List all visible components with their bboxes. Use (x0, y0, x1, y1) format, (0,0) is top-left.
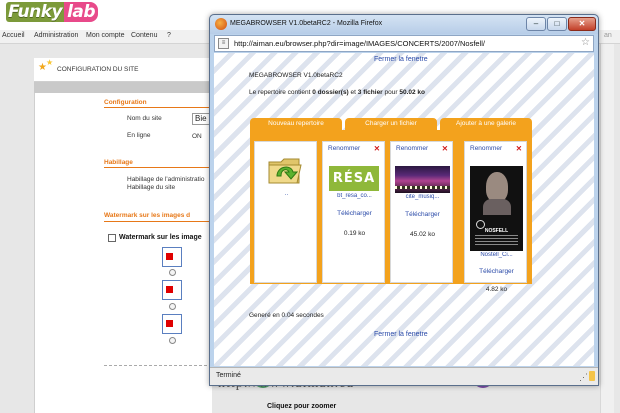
poster-shoulders (483, 199, 511, 215)
position-radio-middle[interactable] (169, 303, 176, 310)
action-tabs: Nouveau repertoire Charger un fichier Aj… (250, 118, 532, 130)
delete-icon[interactable]: ✕ (374, 144, 380, 153)
dashed-separator (104, 365, 212, 366)
watermark-checkbox[interactable] (108, 234, 116, 242)
security-icon (589, 371, 595, 381)
file-thumbnail[interactable]: NOSFELL (470, 166, 523, 251)
poster-text-lines (475, 235, 518, 247)
close-window-button[interactable]: ✕ (568, 17, 596, 31)
summary-pour: pour (382, 89, 400, 96)
position-marker (166, 320, 173, 327)
summary-mid: et (348, 89, 358, 96)
firefox-icon (215, 18, 227, 30)
file-card: Renommer ✕ cite_musiq... Télécharger 45.… (390, 141, 453, 283)
parent-folder-card[interactable]: .. (254, 141, 317, 283)
poster-face (486, 172, 508, 202)
summary-folders: 0 dossier(s) (312, 89, 349, 96)
panel-toolbar (34, 82, 212, 93)
en-ligne-value[interactable]: ON (192, 133, 202, 140)
rename-link[interactable]: Renommer (396, 145, 428, 152)
file-size: 4.82 ko (485, 286, 508, 293)
file-gallery: .. Renommer ✕ RÉSA bt_resa_co... Télécha… (250, 130, 532, 293)
position-marker (166, 253, 173, 260)
tab-ajouter-galerie[interactable]: Ajouter à une galerie (440, 118, 532, 130)
position-radio-top[interactable] (169, 269, 176, 276)
nav-item-accueil[interactable]: Accueil (2, 32, 25, 39)
tab-nouveau-repertoire[interactable]: Nouveau repertoire (250, 118, 342, 130)
download-link[interactable]: Télécharger (323, 210, 386, 217)
delete-icon[interactable]: ✕ (516, 144, 522, 153)
nav-item-contenu[interactable]: Contenu (131, 32, 157, 39)
rename-link[interactable]: Renommer (328, 145, 360, 152)
browser-popup-window: MEGABROWSER V1.0betaRC2 - Mozilla Firefo… (209, 14, 599, 386)
nav-item-mon-compte[interactable]: Mon compte (86, 32, 125, 39)
delete-icon[interactable]: ✕ (442, 144, 448, 153)
browser-page: Fermer la fenetre MEGABROWSER V1.0betaRC… (214, 53, 594, 366)
position-marker (166, 286, 173, 293)
watermark-position-top[interactable] (162, 247, 182, 267)
file-name[interactable]: bt_resa_co... (323, 193, 386, 199)
section-divider (104, 167, 212, 168)
summary-size: 50.02 ko (399, 89, 426, 96)
nav-item-administration[interactable]: Administration (34, 32, 78, 39)
rename-link[interactable]: Renommer (470, 145, 502, 152)
window-titlebar[interactable]: MEGABROWSER V1.0betaRC2 - Mozilla Firefo… (210, 15, 598, 34)
maximize-button[interactable]: □ (547, 17, 567, 31)
file-size: 45.02 ko (410, 231, 435, 238)
page-scrollbar[interactable] (600, 44, 614, 413)
label-habillage-admin: Habillage de l'administratio (127, 176, 205, 183)
file-card: Renommer ✕ NOSFELL Nostell_Ci... Télécha… (464, 141, 528, 293)
section-configuration: Configuration (104, 99, 147, 106)
file-card: Renommer ✕ RÉSA bt_resa_co... Télécharge… (322, 141, 385, 283)
bookmark-star-icon[interactable]: ☆ (581, 37, 590, 48)
logo-part-1: Funky (6, 2, 65, 22)
tab-charger-fichier[interactable]: Charger un fichier (345, 118, 437, 130)
zoom-hint[interactable]: Cliquez pour zoomer (267, 403, 336, 410)
label-nom-du-site: Nom du site (127, 115, 162, 122)
file-name[interactable]: cite_musiq... (391, 194, 454, 200)
stage-lights (395, 186, 450, 189)
file-size: 0.19 ko (343, 230, 366, 237)
url-text[interactable]: http://aiman.eu/browser.php?dir=image/IM… (234, 39, 485, 48)
nav-item-right[interactable]: an (604, 32, 612, 39)
download-link[interactable]: Télécharger (465, 268, 528, 275)
parent-folder-label[interactable]: .. (255, 191, 318, 197)
file-thumbnail[interactable] (395, 166, 450, 193)
label-habillage-site: Habillage du site (127, 184, 176, 191)
section-habillage: Habillage (104, 159, 133, 166)
section-divider (104, 107, 212, 108)
page-icon: ≡ (218, 38, 229, 49)
watermark-label: Watermark sur les image (119, 234, 202, 241)
panel-title: CONFIGURATION DU SITE (57, 66, 139, 73)
nav-item-help[interactable]: ? (167, 32, 171, 39)
directory-summary: Le repertoire contient 0 dossier(s) et 3… (249, 89, 425, 96)
watermark-position-middle[interactable] (162, 280, 182, 300)
file-thumbnail[interactable]: RÉSA (329, 166, 379, 191)
address-bar[interactable]: ≡ http://aiman.eu/browser.php?dir=image/… (214, 35, 594, 52)
summary-prefix: Le repertoire contient (249, 89, 313, 96)
status-bar: Terminé ⋰ (210, 367, 598, 385)
window-title: MEGABROWSER V1.0betaRC2 - Mozilla Firefo… (230, 20, 383, 27)
site-logo[interactable]: Funky lab (6, 2, 99, 24)
watermark-position-bottom[interactable] (162, 314, 182, 334)
position-radio-bottom[interactable] (169, 337, 176, 344)
section-watermark: Watermark sur les images d (104, 212, 191, 219)
download-link[interactable]: Télécharger (391, 211, 454, 218)
logo-part-2: lab (64, 2, 99, 22)
minimize-button[interactable]: – (526, 17, 546, 31)
file-name[interactable]: Nostell_Ci... (465, 252, 528, 258)
poster-title: NOSFELL (484, 228, 509, 234)
label-en-ligne: En ligne (127, 132, 151, 139)
close-window-link-bottom[interactable]: Fermer la fenetre (374, 331, 428, 338)
summary-files: 3 fichier (357, 89, 383, 96)
app-name: MEGABROWSER V1.0betaRC2 (249, 72, 343, 79)
resize-grip-icon[interactable]: ⋰ (579, 372, 588, 383)
close-window-link-top[interactable]: Fermer la fenetre (374, 56, 428, 63)
section-divider (104, 221, 212, 222)
status-text: Terminé (216, 372, 241, 379)
parent-folder-icon (268, 158, 302, 184)
star-small-icon: ★ (46, 58, 54, 67)
generation-time: Generé en 0.04 secondes (249, 312, 324, 319)
